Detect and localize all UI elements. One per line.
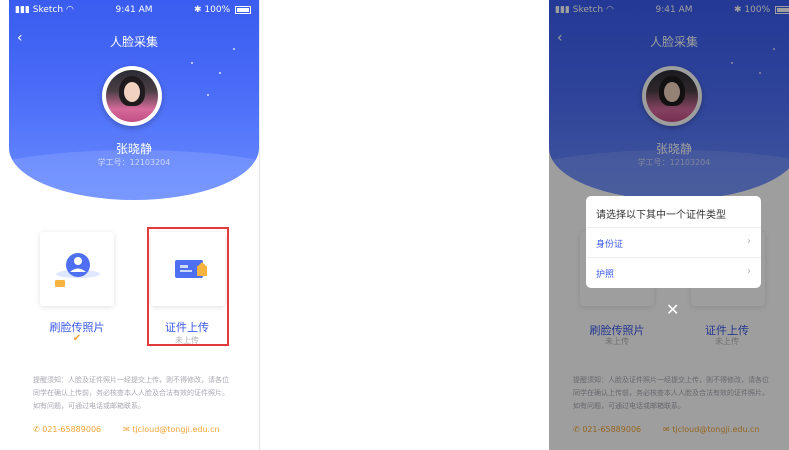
star-decoration <box>191 62 193 64</box>
option-label: 护照 <box>596 270 615 280</box>
avatar-photo <box>106 70 158 122</box>
page-title: 人脸采集 <box>109 35 158 49</box>
email-icon: ✉ <box>123 425 130 434</box>
close-icon[interactable]: ✕ <box>666 300 679 319</box>
face-upload-check-icon: ✔ <box>72 333 82 344</box>
notice-text: 提醒须知：人脸及证件照片一经提交上传，则不得修改，请各位同学在确认上传前，务必核… <box>33 376 229 410</box>
face-scan-icon <box>55 253 100 287</box>
id-upload-highlight-box <box>147 227 229 346</box>
star-decoration <box>219 72 221 74</box>
option-id-card[interactable]: 身份证 › <box>586 227 761 258</box>
avatar-face <box>124 82 140 102</box>
avatar <box>102 66 162 126</box>
left-phone-screen: ▮▮▮ Sketch ◠ 9:41 AM ✱ 100% ‹ 人脸采集 张晓静 学… <box>9 0 260 450</box>
student-id: 学工号：12103204 <box>97 158 171 167</box>
star-decoration <box>207 94 209 96</box>
bluetooth-icon: ✱ <box>193 5 202 15</box>
face-upload-card[interactable] <box>40 232 114 306</box>
email-contact[interactable]: ✉ tjcloud@tongji.edu.cn <box>123 425 220 434</box>
right-phone-screen: ▮▮▮ Sketch ◠ 9:41 AM ✱ 100% ‹ 人脸采集 张晓静 学… <box>549 0 789 450</box>
option-passport[interactable]: 护照 › <box>586 257 761 288</box>
phone-icon: ✆ <box>33 425 40 434</box>
chevron-right-icon: › <box>747 236 751 247</box>
user-name: 张晓静 <box>115 142 152 156</box>
dialog-title: 请选择以下其中一个证件类型 <box>596 210 726 221</box>
battery-icon <box>235 5 251 14</box>
id-type-dialog: 请选择以下其中一个证件类型 身份证 › 护照 › <box>586 196 761 288</box>
phone-contact[interactable]: ✆ 021-65889006 <box>33 425 101 434</box>
chevron-right-icon: › <box>747 266 751 277</box>
option-label: 身份证 <box>596 240 624 250</box>
status-bar: ▮▮▮ Sketch ◠ 9:41 AM ✱ 100% <box>9 0 259 20</box>
battery-status: ✱ 100% <box>194 5 251 15</box>
